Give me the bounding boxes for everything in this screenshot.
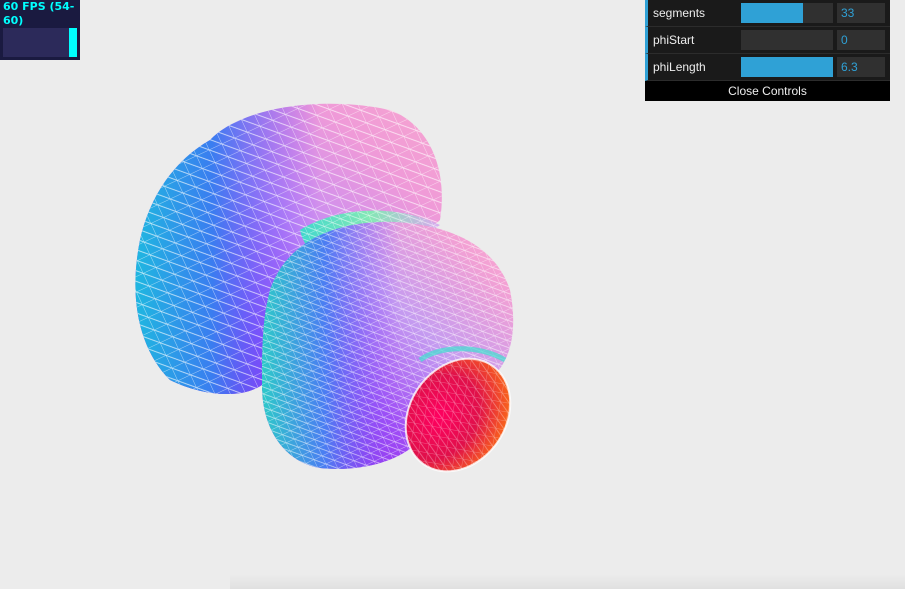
bottom-edge-shade <box>230 574 905 589</box>
control-label: phiStart <box>653 33 695 47</box>
fps-graph-bar <box>69 28 77 57</box>
close-controls-button[interactable]: Close Controls <box>645 81 890 101</box>
control-label: segments <box>653 6 706 20</box>
fps-stats-panel[interactable]: 60 FPS (54-60) <box>0 0 80 60</box>
philength-value-input[interactable]: 6.3 <box>837 57 885 77</box>
segments-value-input[interactable]: 33 <box>837 3 885 23</box>
phistart-slider[interactable] <box>741 30 833 50</box>
slider-fill <box>741 3 803 23</box>
control-row-philength: phiLength 6.3 <box>645 54 890 81</box>
fps-graph <box>3 28 77 57</box>
philength-slider[interactable] <box>741 57 833 77</box>
control-row-segments: segments 33 <box>645 0 890 27</box>
phistart-value-input[interactable]: 0 <box>837 30 885 50</box>
slider-fill <box>741 57 833 77</box>
segments-slider[interactable] <box>741 3 833 23</box>
control-row-phistart: phiStart 0 <box>645 27 890 54</box>
control-label: phiLength <box>653 60 706 74</box>
controls-panel: segments 33 phiStart 0 phiLength 6.3 Clo… <box>645 0 890 101</box>
fps-readout: 60 FPS (54-60) <box>3 0 75 27</box>
